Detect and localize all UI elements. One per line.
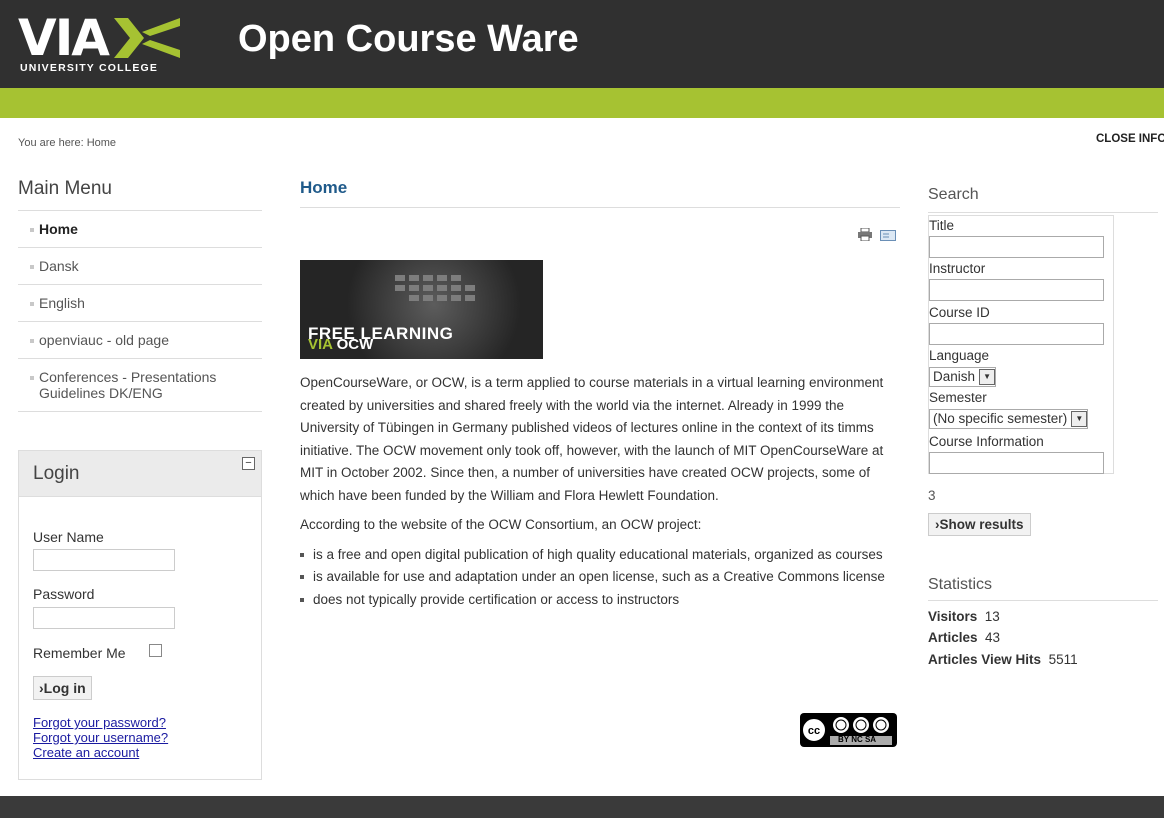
intro-paragraph: OpenCourseWare, or OCW, is a term applie… [300,375,884,503]
instructor-input[interactable] [929,279,1104,301]
menu-item-label: Conferences - Presentations Guidelines D… [39,369,217,401]
semester-label: Semester [929,390,987,405]
stat-label: Articles View Hits [928,652,1042,667]
site-title: Open Course Ware [238,18,579,60]
remember-me-label: Remember Me [33,645,126,661]
close-info-link[interactable]: CLOSE INFO [1096,133,1164,145]
free-learning-banner: FREE LEARNING VIA OCW [300,260,543,359]
article-body: OpenCourseWare, or OCW, is a term applie… [300,372,890,611]
search-title: Search [928,186,1158,213]
chevron-down-icon: ▼ [1071,411,1088,428]
main-content: Home FREE LEARNING VIA OCW OpenCourseWar… [300,178,900,747]
page-title: Home [300,178,900,208]
password-input[interactable] [33,607,175,629]
article-icons [858,227,897,246]
login-header: Login − [19,451,261,497]
remember-me-checkbox[interactable] [149,644,162,657]
menu-item-label: English [39,295,85,311]
language-label: Language [929,348,990,363]
title-input[interactable] [929,236,1104,258]
consortium-paragraph: According to the website of the OCW Cons… [300,517,702,532]
via-logo[interactable]: VIA UNIVERSITY COLLEGE [18,10,188,78]
search-module: Search Title Instructor Course ID Langua… [928,186,1158,667]
username-input[interactable] [33,549,175,571]
login-button[interactable]: ›Log in [33,676,92,700]
stat-value: 5511 [1048,652,1078,667]
result-count: 3 [928,488,936,503]
stat-label: Articles [928,630,978,645]
course-info-input[interactable] [929,452,1104,474]
svg-text:cc: cc [808,725,820,737]
create-account-link[interactable]: Create an account [33,745,168,760]
logo-arrows-icon [114,18,180,58]
list-item: is available for use and adaptation unde… [300,566,890,589]
course-info-label: Course Information [929,434,1044,449]
semester-select[interactable]: (No specific semester) ▼ [929,409,1089,429]
menu-item-home[interactable]: Home [18,211,262,248]
menu-list: Home Dansk English openviauc - old page … [18,211,262,412]
language-value: Danish [933,369,976,384]
main-menu: Main Menu Home Dansk English openviauc -… [18,178,262,412]
menu-item-conferences[interactable]: Conferences - Presentations Guidelines D… [18,359,262,412]
logo-text: VIA [18,9,110,67]
stat-articles: Articles 43 [928,630,1000,645]
cc-badge-text: BY NC SA [838,735,877,744]
login-module: Login − User Name Password Remember Me ›… [18,450,262,780]
accent-bar [0,88,1164,118]
language-select[interactable]: Danish ▼ [929,367,997,387]
collapse-icon[interactable]: − [242,457,255,470]
stat-view-hits: Articles View Hits 5511 [928,652,1078,667]
main-menu-title: Main Menu [18,178,262,211]
semester-value: (No specific semester) [933,411,1068,426]
site-footer [0,796,1164,818]
login-title: Login [33,463,80,484]
instructor-label: Instructor [929,261,986,276]
breadcrumb: You are here: Home [18,137,117,149]
stat-value: 13 [984,609,1000,624]
menu-item-label: Dansk [39,258,79,274]
stat-visitors: Visitors 13 [928,609,1000,624]
ocw-search-form: Title Instructor Course ID Language Dani… [928,215,1114,474]
course-id-input[interactable] [929,323,1104,345]
forgot-password-link[interactable]: Forgot your password? [33,715,168,730]
logo-subtext: UNIVERSITY COLLEGE [20,62,159,74]
title-label: Title [929,218,955,233]
login-links: Forgot your password? Forgot your userna… [33,715,168,760]
ocw-criteria-list: is a free and open digital publication o… [300,544,890,612]
show-results-button[interactable]: ›Show results [928,513,1031,536]
banner-line-2: VIA OCW [308,336,373,353]
creative-commons-badge[interactable]: cc BY NC SA [800,713,897,747]
menu-item-label: openviauc - old page [39,332,169,348]
password-label: Password [33,586,95,602]
email-icon[interactable] [880,230,897,241]
menu-item-old-page[interactable]: openviauc - old page [18,322,262,359]
stat-label: Visitors [928,609,978,624]
course-id-label: Course ID [929,305,990,320]
menu-item-label: Home [39,221,78,237]
banner-grid-image [395,275,475,301]
print-icon[interactable] [858,227,872,242]
menu-item-english[interactable]: English [18,285,262,322]
list-item: is a free and open digital publication o… [300,544,890,567]
forgot-username-link[interactable]: Forgot your username? [33,730,168,745]
site-header: VIA UNIVERSITY COLLEGE Open Course Ware [0,0,1164,88]
list-item: does not typically provide certification… [300,589,890,612]
menu-item-dansk[interactable]: Dansk [18,248,262,285]
chevron-down-icon: ▼ [979,369,996,386]
statistics-title: Statistics [928,576,1158,601]
stat-value: 43 [985,630,1001,645]
username-label: User Name [33,529,104,545]
banner-via: VIA [308,336,333,353]
banner-ocw: OCW [332,336,374,353]
